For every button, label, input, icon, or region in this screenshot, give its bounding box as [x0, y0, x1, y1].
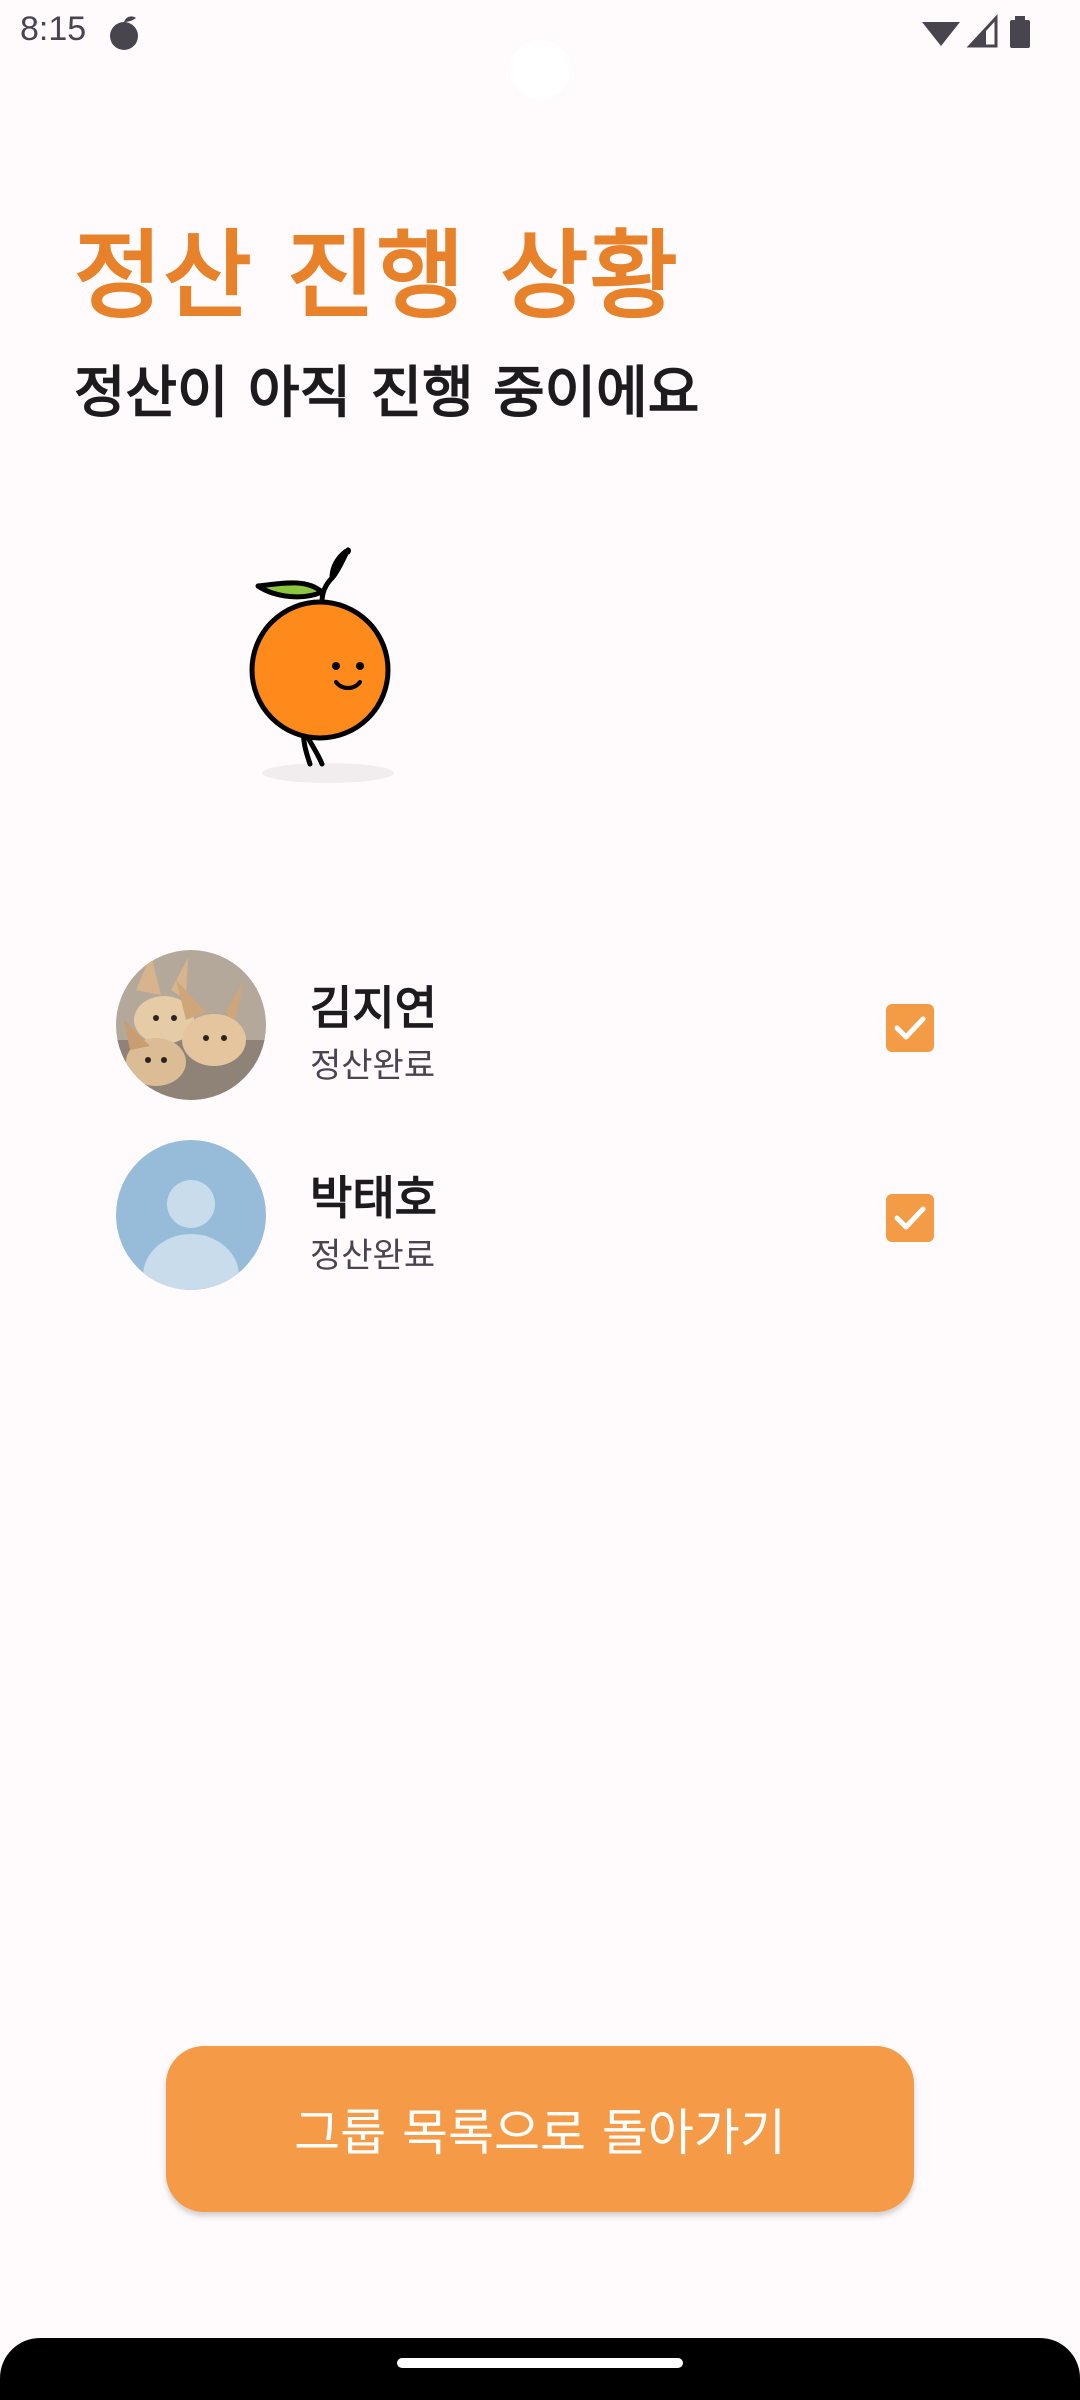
checkmark-icon	[894, 1016, 926, 1040]
page-title: 정산 진행 상황	[74, 220, 679, 332]
avatar-photo	[116, 950, 266, 1100]
participant-row: 박태호 정산완료	[0, 1140, 1080, 1290]
cellular-signal-icon	[966, 14, 998, 48]
battery-icon	[1010, 16, 1030, 48]
status-time: 8:15	[20, 10, 87, 48]
wifi-icon	[922, 22, 960, 46]
settled-checkbox[interactable]	[886, 1004, 934, 1052]
camera-cutout	[510, 40, 570, 100]
mandarin-notification-icon	[104, 12, 144, 52]
page-subtitle: 정산이 아직 진행 중이에요	[74, 361, 700, 426]
back-to-groups-button[interactable]: 그룹 목록으로 돌아가기	[166, 2046, 914, 2212]
participant-status: 정산완료	[310, 1236, 436, 1276]
default-avatar-icon	[116, 1140, 266, 1290]
participant-name: 김지연	[310, 981, 437, 1035]
orange-mascot-illustration	[240, 540, 400, 790]
settled-checkbox[interactable]	[886, 1194, 934, 1242]
navigation-bar	[0, 2338, 1080, 2400]
participant-name: 박태호	[310, 1171, 437, 1225]
checkmark-icon	[894, 1206, 926, 1230]
status-icons	[914, 12, 1044, 52]
home-gesture-handle[interactable]	[397, 2358, 683, 2368]
participant-row: 김지연 정산완료	[0, 950, 1080, 1100]
participant-status: 정산완료	[310, 1046, 436, 1086]
